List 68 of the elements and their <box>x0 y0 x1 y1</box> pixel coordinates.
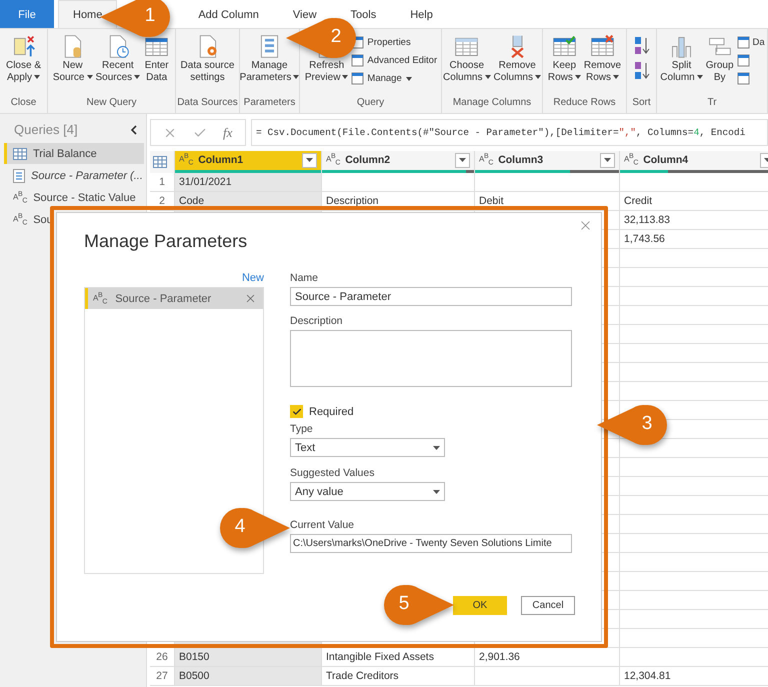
ribbon-button[interactable]: Choose Columns <box>442 33 492 97</box>
group-label: Manage Columns <box>452 97 532 110</box>
parameter-name: Source - Parameter <box>115 292 212 304</box>
query-item[interactable]: A$^{B}$$_{C}$ Source - Static Value <box>4 187 144 208</box>
field-label: Type <box>290 423 314 435</box>
table-cell: B0150 <box>175 648 322 667</box>
row-number: 26 <box>150 648 175 667</box>
group-label: New Query <box>86 97 136 110</box>
group-label: Reduce Rows <box>553 97 616 110</box>
table-cell: 31/01/2021 <box>175 173 322 192</box>
suggested-values-dropdown[interactable]: Any value <box>290 482 445 501</box>
table-cell: B0500 <box>175 667 322 686</box>
group-label: Sort <box>632 97 651 110</box>
fx-label: fx <box>223 124 232 140</box>
ribbon-small-button[interactable]: Da <box>736 35 765 50</box>
ribbon-button[interactable]: Split Column <box>659 33 704 97</box>
step-callout-tooltip: 5 <box>382 584 454 626</box>
field-label: Description <box>290 315 344 327</box>
query-item[interactable]: Trial Balance <box>4 143 144 164</box>
dialog-button[interactable]: OK <box>453 596 507 615</box>
parameter-item[interactable]: A$^{B}$$_{C}$ Source - Parameter <box>85 288 263 309</box>
query-item[interactable]: Source - Parameter (... <box>4 165 144 186</box>
step-callout-tooltip: 3 <box>597 404 669 446</box>
dialog-button[interactable]: Cancel <box>521 596 575 615</box>
ribbon-button[interactable]: Keep Rows <box>546 33 582 97</box>
ribbon-tab[interactable]: File <box>0 0 54 28</box>
field-label: Suggested Values <box>290 467 376 479</box>
query-name: Source - Parameter (... <box>31 170 143 182</box>
ribbon-button[interactable]: Remove Rows <box>582 33 622 97</box>
column-header[interactable]: A$^{B}$$_{C}$ Column2 <box>322 151 475 173</box>
table-cell: Trade Creditors <box>322 667 475 686</box>
type-dropdown[interactable]: Text <box>290 438 445 457</box>
name-field[interactable]: Source - Parameter <box>290 287 572 306</box>
column-name: Column2 <box>345 154 392 166</box>
formula-field[interactable]: = Csv.Document(File.Contents(#"Source - Parameter"),[Delimiter=",", Columns=4, Encodi <box>251 119 768 146</box>
column-name: Column1 <box>198 154 244 166</box>
row-number: 1 <box>150 173 175 192</box>
ribbon-button[interactable]: Group By <box>704 33 735 97</box>
group-label: Close <box>10 97 36 110</box>
field-label: Name <box>290 272 320 284</box>
query-name: Trial Balance <box>33 148 97 160</box>
group-label: Query <box>356 97 384 110</box>
new-link[interactable]: New <box>242 272 264 284</box>
ribbon-tab[interactable]: Home <box>58 0 118 28</box>
column-header[interactable]: A$^{B}$$_{C}$ Column4 <box>620 151 768 173</box>
step-callout-tooltip: 4 <box>218 507 290 549</box>
step-callout-tooltip: 2 <box>286 17 358 59</box>
panel-title: Queries [4] <box>14 122 78 137</box>
query-name: Source - Static Value <box>33 192 136 204</box>
column-header[interactable]: A$^{B}$$_{C}$ Column3 <box>475 151 620 173</box>
table-cell: Intangible Fixed Assets <box>322 648 475 667</box>
ribbon-small-button[interactable]: Manage <box>350 71 438 86</box>
row-number: 27 <box>150 667 175 686</box>
column-header[interactable]: A$^{B}$$_{C}$ Column1 <box>175 151 322 173</box>
dialog-title: Manage Parameters <box>84 231 248 252</box>
current-value-field[interactable]: C:\Users\marks\OneDrive - Twenty Seven Solutions Limite <box>290 534 572 553</box>
ribbon-button[interactable]: Data source settings <box>180 33 236 97</box>
group-label: Tr <box>707 97 717 110</box>
field-label: Current Value <box>290 519 356 531</box>
ribbon-button[interactable]: Close & Apply <box>4 33 42 97</box>
ribbon-button[interactable]: New Source <box>52 33 94 97</box>
table-cell: 2,901.36 <box>475 648 620 667</box>
group-label: Parameters <box>244 97 296 110</box>
group-label: Data Sources <box>177 97 238 110</box>
ribbon-button[interactable]: Remove Columns <box>492 33 542 97</box>
checkbox-label: Required <box>309 406 354 418</box>
column-name: Column3 <box>498 154 544 166</box>
column-name: Column4 <box>643 154 690 166</box>
